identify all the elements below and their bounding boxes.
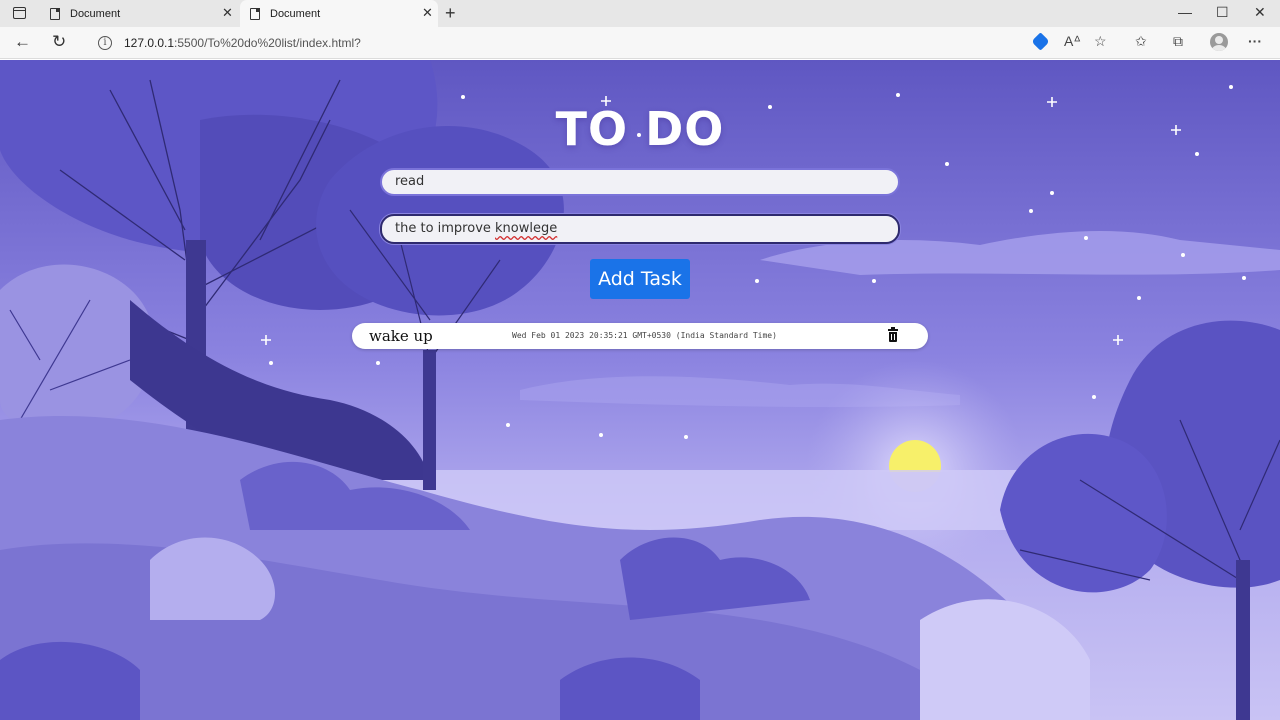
tab-document-2[interactable]: Document ✕ [240, 0, 438, 27]
task-item-date: Wed Feb 01 2023 20:35:21 GMT+0530 (India… [512, 331, 777, 340]
favorites-icon[interactable]: ✩ [1135, 33, 1147, 50]
page-viewport: TO DO read the to improve knowlege Add T… [0, 60, 1280, 720]
address-bar[interactable]: i 127.0.0.1:5500/To%20do%20list/index.ht… [84, 29, 1024, 57]
browser-titlebar: Document ✕ Document ✕ + — ☐ ✕ [0, 0, 1280, 27]
back-arrow-icon[interactable]: ← [14, 32, 31, 52]
maximize-button[interactable]: ☐ [1216, 4, 1229, 21]
browser-navbar: ← ↻ i 127.0.0.1:5500/To%20do%20list/inde… [0, 27, 1280, 59]
task-title-input[interactable]: read [380, 168, 900, 196]
app-title: TO DO [555, 102, 725, 156]
task-description-input[interactable]: the to improve knowlege [380, 214, 900, 244]
read-aloud-icon[interactable]: Aᐞ [1064, 33, 1081, 50]
profile-icon[interactable] [1210, 33, 1228, 51]
info-icon[interactable]: i [98, 36, 112, 50]
forest-background [0, 60, 1280, 720]
task-description-prefix: the to improve [395, 221, 496, 236]
tab-title: Document [270, 7, 321, 20]
document-icon [250, 7, 260, 20]
close-window-button[interactable]: ✕ [1254, 4, 1266, 21]
more-icon[interactable]: ··· [1248, 33, 1262, 49]
tag-icon[interactable] [1031, 32, 1050, 51]
tab-document-1[interactable]: Document ✕ [50, 0, 238, 27]
refresh-icon[interactable]: ↻ [52, 32, 66, 52]
url-path: :5500/To%20do%20list/index.html? [174, 36, 361, 50]
sidebar-toggle-icon[interactable] [13, 7, 26, 19]
new-tab-button[interactable]: + [445, 3, 456, 24]
task-item: wake up Wed Feb 01 2023 20:35:21 GMT+053… [352, 323, 928, 349]
url-host: 127.0.0.1 [124, 36, 175, 50]
trash-icon[interactable] [888, 327, 898, 342]
add-task-button[interactable]: Add Task [590, 259, 690, 299]
minimize-button[interactable]: — [1178, 4, 1192, 20]
add-favorite-icon[interactable]: ☆ [1094, 33, 1107, 50]
close-icon[interactable]: ✕ [422, 5, 433, 21]
collections-icon[interactable]: ⧉ [1173, 33, 1183, 50]
task-title-value: read [395, 174, 425, 189]
task-item-title: wake up [369, 327, 433, 345]
document-icon [50, 7, 60, 20]
tab-title: Document [70, 7, 121, 20]
misspelled-word: knowlege [495, 221, 558, 236]
close-icon[interactable]: ✕ [222, 5, 233, 21]
